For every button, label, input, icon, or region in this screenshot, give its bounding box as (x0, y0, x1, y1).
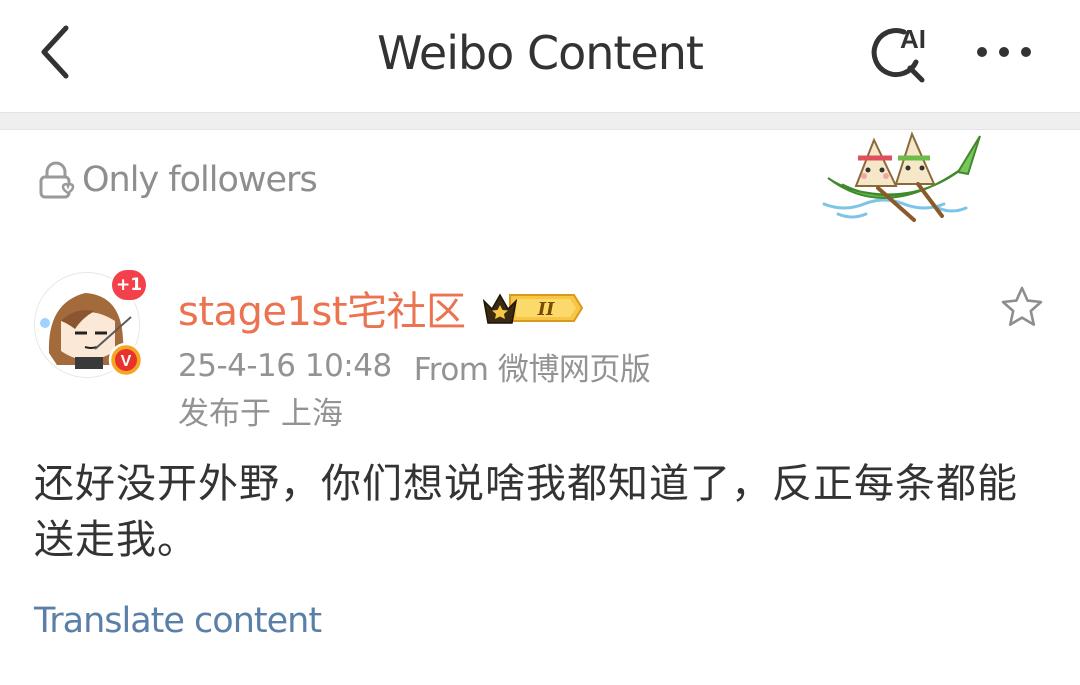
author-name[interactable]: stage1st宅社区 (178, 279, 466, 337)
zongzi-boat-sticker (822, 131, 981, 222)
back-button[interactable] (26, 20, 86, 84)
author-line: stage1st宅社区 II (178, 278, 584, 338)
post-timestamp: 25-4-16 10:48 (178, 348, 392, 384)
star-icon (1001, 286, 1043, 326)
vip-crown-badge-icon[interactable]: II (480, 287, 584, 329)
more-options-button[interactable] (968, 26, 1040, 78)
verified-mark: V (121, 353, 132, 370)
avatar-notification-badge: +1 (110, 268, 149, 302)
visibility-label: Only followers (82, 160, 318, 200)
post-body-text: 还好没开外野，你们想说啥我都知道了，反正每条都能送走我。 (34, 461, 1018, 563)
verified-badge-icon: V (108, 342, 144, 378)
chevron-left-icon (41, 25, 69, 79)
ai-search-button[interactable]: AI (860, 18, 936, 86)
favorite-button[interactable] (994, 280, 1050, 334)
vip-level-label: II (536, 299, 554, 320)
translate-content-link[interactable]: Translate content (34, 596, 322, 646)
top-navigation-bar: Weibo Content AI (0, 0, 1080, 112)
post-location: 发布于 上海 (178, 396, 343, 432)
post-meta: 25-4-16 10:48 From 微博网页版 (178, 344, 651, 389)
visibility-indicator: Only followers (34, 152, 318, 208)
lock-heart-icon (34, 158, 78, 202)
more-dots-icon (977, 47, 1031, 57)
post-source[interactable]: From 微博网页版 (414, 344, 651, 389)
author-avatar[interactable]: +1 V (34, 268, 150, 380)
ai-label: AI (900, 24, 926, 54)
ai-search-icon: AI (871, 24, 926, 83)
